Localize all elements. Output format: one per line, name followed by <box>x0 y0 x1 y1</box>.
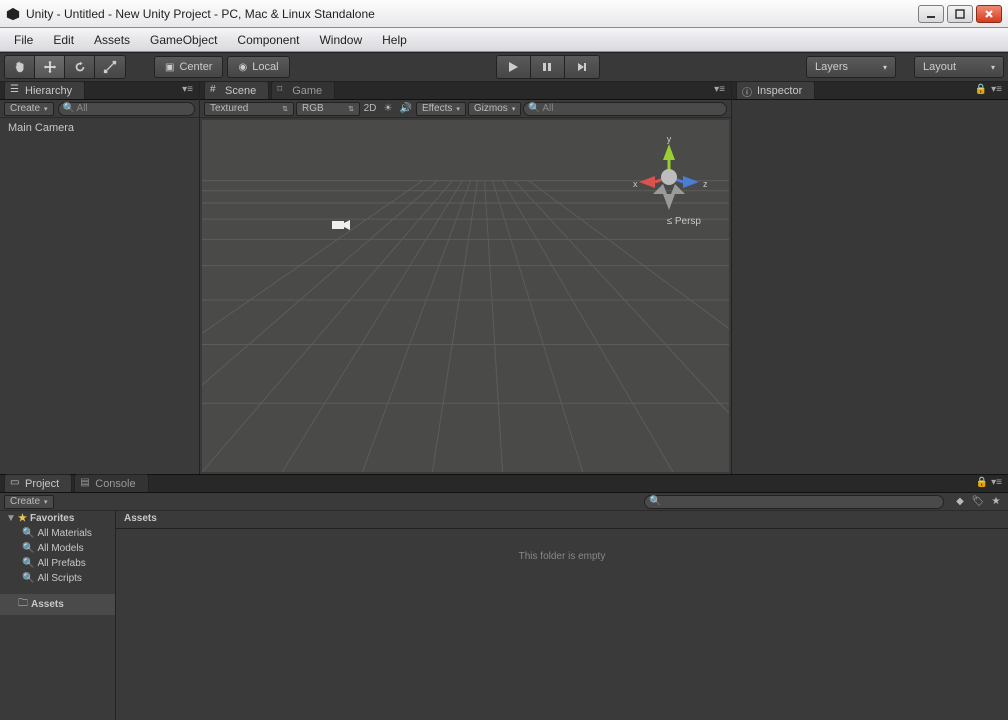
layout-dropdown[interactable]: Layout▾ <box>914 56 1004 78</box>
search-icon: 🔍 <box>22 543 34 554</box>
favorite-item[interactable]: 🔍All Models <box>0 541 115 556</box>
chevron-down-icon: ▾ <box>991 63 995 72</box>
scene-search-input[interactable]: 🔍All <box>523 102 727 116</box>
local-icon: ◉ <box>238 62 247 73</box>
project-tab[interactable]: ▭Project <box>4 474 72 492</box>
effects-dropdown[interactable]: Effects▾ <box>416 102 466 116</box>
lighting-toggle-button[interactable]: ☀ <box>380 102 396 116</box>
star-icon: ★ <box>18 513 27 524</box>
inspector-tab[interactable]: ⓘInspector <box>736 81 815 99</box>
project-folder-tree: ▼★Favorites 🔍All Materials 🔍All Models 🔍… <box>0 511 116 720</box>
folder-icon: ▭ <box>10 477 19 488</box>
camera-gizmo-icon[interactable] <box>332 218 350 232</box>
console-icon: ▤ <box>80 477 89 488</box>
window-close-button[interactable] <box>976 5 1002 23</box>
menu-assets[interactable]: Assets <box>84 30 140 50</box>
render-mode-dropdown[interactable]: RGB⇅ <box>296 102 360 116</box>
project-panel: ▭Project ▤Console 🔒▾≡ Create▾ 🔍 ◆ 🏷 ★ ▼★… <box>0 474 1008 720</box>
window-title: Unity - Untitled - New Unity Project - P… <box>26 7 918 21</box>
menu-file[interactable]: File <box>4 30 43 50</box>
hierarchy-item[interactable]: Main Camera <box>0 118 199 138</box>
gizmos-dropdown[interactable]: Gizmos▾ <box>468 102 521 116</box>
search-icon: 🔍 <box>528 103 540 114</box>
axis-z-label: z <box>703 179 708 189</box>
scale-tool-button[interactable] <box>95 56 125 78</box>
pivot-mode-button[interactable]: ▣Center <box>154 56 223 78</box>
window-maximize-button[interactable] <box>947 5 973 23</box>
hierarchy-create-dropdown[interactable]: Create▾ <box>4 102 54 116</box>
search-icon: 🔍 <box>22 528 34 539</box>
step-button[interactable] <box>565 56 599 78</box>
menu-bar: File Edit Assets GameObject Component Wi… <box>0 28 1008 52</box>
move-tool-button[interactable] <box>35 56 65 78</box>
menu-help[interactable]: Help <box>372 30 417 50</box>
unity-logo-icon <box>6 7 20 21</box>
folder-icon: 🗀 <box>18 596 28 613</box>
inspector-icon: ⓘ <box>742 84 752 99</box>
scene-icon: # <box>210 84 216 95</box>
favorite-item[interactable]: 🔍All Prefabs <box>0 556 115 571</box>
game-tab[interactable]: ⌑Game <box>271 81 335 99</box>
panel-menu-icon[interactable]: ▾≡ <box>182 84 193 95</box>
console-tab[interactable]: ▤Console <box>74 474 148 492</box>
hierarchy-icon: ☰ <box>10 84 19 95</box>
hierarchy-panel: ☰Hierarchy ▾≡ Create▾ 🔍All Main Camera <box>0 82 200 474</box>
menu-edit[interactable]: Edit <box>43 30 84 50</box>
scene-viewport[interactable]: y x z ≤ Persp <box>202 120 729 472</box>
play-button[interactable] <box>497 56 531 78</box>
audio-toggle-button[interactable]: 🔊 <box>398 102 414 116</box>
shading-mode-dropdown[interactable]: Textured⇅ <box>204 102 294 116</box>
rotate-tool-button[interactable] <box>65 56 95 78</box>
panel-menu-icon[interactable]: ▾≡ <box>991 84 1002 95</box>
favorites-header[interactable]: ▼★Favorites <box>0 511 115 526</box>
panel-menu-icon[interactable]: ▾≡ <box>991 477 1002 488</box>
play-controls <box>496 55 600 79</box>
menu-window[interactable]: Window <box>309 30 372 50</box>
pause-button[interactable] <box>531 56 565 78</box>
hierarchy-search-input[interactable]: 🔍All <box>58 102 195 116</box>
transform-tool-group <box>4 55 126 79</box>
center-icon: ▣ <box>165 62 174 73</box>
window-titlebar: Unity - Untitled - New Unity Project - P… <box>0 0 1008 28</box>
lock-icon[interactable]: 🔒 <box>975 84 987 95</box>
favorite-item[interactable]: 🔍All Scripts <box>0 571 115 586</box>
layers-dropdown[interactable]: Layers▾ <box>806 56 896 78</box>
search-icon: 🔍 <box>649 496 661 507</box>
scene-tab[interactable]: #Scene <box>204 81 269 99</box>
chevron-down-icon: ▾ <box>883 63 887 72</box>
project-breadcrumb[interactable]: Assets <box>116 511 1008 529</box>
search-icon: 🔍 <box>63 103 75 114</box>
axis-x-label: x <box>633 179 638 189</box>
project-create-dropdown[interactable]: Create▾ <box>4 495 54 509</box>
menu-component[interactable]: Component <box>227 30 309 50</box>
window-minimize-button[interactable] <box>918 5 944 23</box>
axis-y-label: y <box>667 134 672 144</box>
game-icon: ⌑ <box>277 84 282 95</box>
search-icon: 🔍 <box>22 558 34 569</box>
empty-folder-message: This folder is empty <box>116 529 1008 720</box>
2d-toggle-button[interactable]: 2D <box>362 102 378 116</box>
hierarchy-tab[interactable]: ☰Hierarchy <box>4 81 85 99</box>
assets-folder[interactable]: 🗀Assets <box>0 594 115 615</box>
handle-space-button[interactable]: ◉Local <box>227 56 289 78</box>
orientation-gizmo[interactable]: y x z <box>629 132 709 222</box>
favorite-item[interactable]: 🔍All Materials <box>0 526 115 541</box>
lock-icon[interactable]: 🔒 <box>976 477 988 488</box>
perspective-label[interactable]: ≤ Persp <box>667 216 701 227</box>
panel-menu-icon[interactable]: ▾≡ <box>714 84 725 95</box>
menu-gameobject[interactable]: GameObject <box>140 30 227 50</box>
search-icon: 🔍 <box>22 573 34 584</box>
save-search-button[interactable]: ★ <box>988 495 1004 509</box>
filter-by-type-button[interactable]: ◆ <box>952 495 968 509</box>
inspector-panel: ⓘInspector 🔒 ▾≡ <box>732 82 1008 474</box>
hand-tool-button[interactable] <box>5 56 35 78</box>
main-toolbar: ▣Center ◉Local Layers▾ Layout▾ <box>0 52 1008 82</box>
scene-panel: #Scene ⌑Game ▾≡ Textured⇅ RGB⇅ 2D ☀ 🔊 Ef… <box>200 82 732 474</box>
project-search-input[interactable]: 🔍 <box>644 495 944 509</box>
filter-by-label-button[interactable]: 🏷 <box>970 495 986 509</box>
